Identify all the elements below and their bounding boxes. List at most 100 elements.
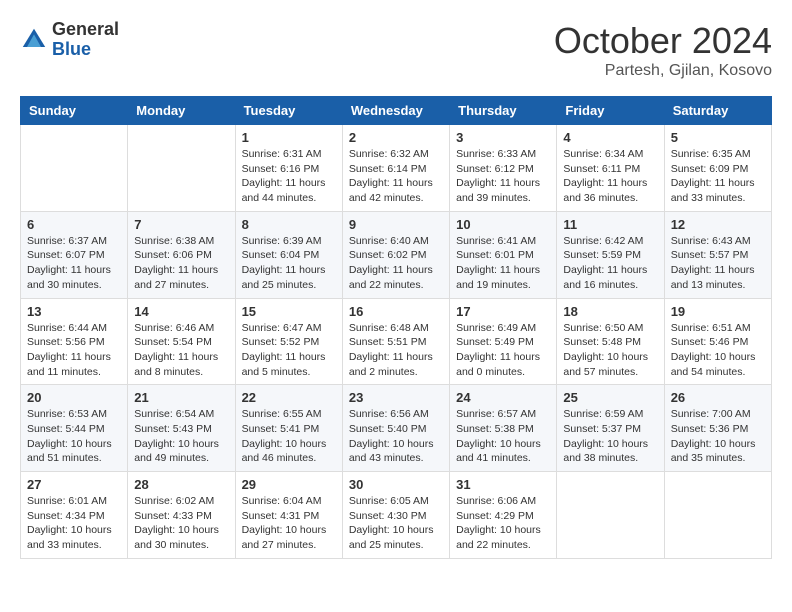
day-details: Sunrise: 6:01 AMSunset: 4:34 PMDaylight:… <box>27 494 121 553</box>
calendar-cell: 12 Sunrise: 6:43 AMSunset: 5:57 PMDayligh… <box>664 211 771 298</box>
calendar-cell: 17 Sunrise: 6:49 AMSunset: 5:49 PMDayligh… <box>450 298 557 385</box>
day-details: Sunrise: 6:51 AMSunset: 5:46 PMDaylight:… <box>671 321 765 380</box>
day-details: Sunrise: 6:38 AMSunset: 6:06 PMDaylight:… <box>134 234 228 293</box>
day-number: 13 <box>27 304 121 319</box>
calendar-cell: 16 Sunrise: 6:48 AMSunset: 5:51 PMDayligh… <box>342 298 449 385</box>
calendar-cell: 22 Sunrise: 6:55 AMSunset: 5:41 PMDayligh… <box>235 385 342 472</box>
day-details: Sunrise: 6:55 AMSunset: 5:41 PMDaylight:… <box>242 407 336 466</box>
day-number: 21 <box>134 390 228 405</box>
weekday-header: Monday <box>128 97 235 125</box>
logo-icon <box>20 26 48 54</box>
calendar-week-row: 27 Sunrise: 6:01 AMSunset: 4:34 PMDayligh… <box>21 472 772 559</box>
day-number: 31 <box>456 477 550 492</box>
calendar-cell: 28Sunrise: 6:02 AMSunset: 4:33 PMDayligh… <box>128 472 235 559</box>
day-number: 22 <box>242 390 336 405</box>
calendar-cell: 14 Sunrise: 6:46 AMSunset: 5:54 PMDayligh… <box>128 298 235 385</box>
day-details: Sunrise: 6:33 AMSunset: 6:12 PMDaylight:… <box>456 147 550 206</box>
logo-general-text: General <box>52 19 119 39</box>
day-number: 10 <box>456 217 550 232</box>
calendar-cell: 10Sunrise: 6:41 AMSunset: 6:01 PMDayligh… <box>450 211 557 298</box>
day-details: Sunrise: 6:50 AMSunset: 5:48 PMDaylight:… <box>563 321 657 380</box>
day-details: Sunrise: 6:02 AMSunset: 4:33 PMDaylight:… <box>134 494 228 553</box>
day-details: Sunrise: 6:49 AMSunset: 5:49 PMDaylight:… <box>456 321 550 380</box>
month-title: October 2024 <box>554 20 772 62</box>
day-number: 14 <box>134 304 228 319</box>
day-number: 25 <box>563 390 657 405</box>
calendar-week-row: 1Sunrise: 6:31 AMSunset: 6:16 PMDaylight… <box>21 125 772 212</box>
day-details: Sunrise: 6:40 AMSunset: 6:02 PMDaylight:… <box>349 234 443 293</box>
calendar-cell: 3Sunrise: 6:33 AMSunset: 6:12 PMDaylight… <box>450 125 557 212</box>
day-number: 20 <box>27 390 121 405</box>
day-details: Sunrise: 7:00 AMSunset: 5:36 PMDaylight:… <box>671 407 765 466</box>
weekday-header: Tuesday <box>235 97 342 125</box>
calendar-cell: 6 Sunrise: 6:37 AMSunset: 6:07 PMDaylight… <box>21 211 128 298</box>
day-details: Sunrise: 6:48 AMSunset: 5:51 PMDaylight:… <box>349 321 443 380</box>
calendar-cell: 29 Sunrise: 6:04 AMSunset: 4:31 PMDayligh… <box>235 472 342 559</box>
day-details: Sunrise: 6:53 AMSunset: 5:44 PMDaylight:… <box>27 407 121 466</box>
calendar-cell <box>128 125 235 212</box>
calendar-cell: 2 Sunrise: 6:32 AMSunset: 6:14 PMDaylight… <box>342 125 449 212</box>
calendar-cell: 13 Sunrise: 6:44 AMSunset: 5:56 PMDayligh… <box>21 298 128 385</box>
day-details: Sunrise: 6:44 AMSunset: 5:56 PMDaylight:… <box>27 321 121 380</box>
location: Partesh, Gjilan, Kosovo <box>554 62 772 80</box>
calendar-cell: 5Sunrise: 6:35 AMSunset: 6:09 PMDaylight… <box>664 125 771 212</box>
calendar-cell: 26 Sunrise: 7:00 AMSunset: 5:36 PMDayligh… <box>664 385 771 472</box>
calendar-cell: 27 Sunrise: 6:01 AMSunset: 4:34 PMDayligh… <box>21 472 128 559</box>
calendar-cell: 31 Sunrise: 6:06 AMSunset: 4:29 PMDayligh… <box>450 472 557 559</box>
day-details: Sunrise: 6:06 AMSunset: 4:29 PMDaylight:… <box>456 494 550 553</box>
day-number: 12 <box>671 217 765 232</box>
day-details: Sunrise: 6:43 AMSunset: 5:57 PMDaylight:… <box>671 234 765 293</box>
calendar-week-row: 20 Sunrise: 6:53 AMSunset: 5:44 PMDayligh… <box>21 385 772 472</box>
calendar-cell: 30 Sunrise: 6:05 AMSunset: 4:30 PMDayligh… <box>342 472 449 559</box>
day-number: 17 <box>456 304 550 319</box>
day-number: 7 <box>134 217 228 232</box>
weekday-header: Sunday <box>21 97 128 125</box>
calendar-cell: 19Sunrise: 6:51 AMSunset: 5:46 PMDayligh… <box>664 298 771 385</box>
day-number: 27 <box>27 477 121 492</box>
day-details: Sunrise: 6:31 AMSunset: 6:16 PMDaylight:… <box>242 147 336 206</box>
calendar-cell <box>557 472 664 559</box>
calendar-cell: 23Sunrise: 6:56 AMSunset: 5:40 PMDayligh… <box>342 385 449 472</box>
day-number: 30 <box>349 477 443 492</box>
day-number: 2 <box>349 130 443 145</box>
day-details: Sunrise: 6:05 AMSunset: 4:30 PMDaylight:… <box>349 494 443 553</box>
calendar-week-row: 6 Sunrise: 6:37 AMSunset: 6:07 PMDaylight… <box>21 211 772 298</box>
weekday-header: Saturday <box>664 97 771 125</box>
calendar-cell: 20 Sunrise: 6:53 AMSunset: 5:44 PMDayligh… <box>21 385 128 472</box>
title-block: October 2024 Partesh, Gjilan, Kosovo <box>554 20 772 80</box>
day-details: Sunrise: 6:42 AMSunset: 5:59 PMDaylight:… <box>563 234 657 293</box>
page-header: General Blue October 2024 Partesh, Gjila… <box>20 20 772 80</box>
calendar-cell: 15Sunrise: 6:47 AMSunset: 5:52 PMDayligh… <box>235 298 342 385</box>
weekday-header: Friday <box>557 97 664 125</box>
day-number: 29 <box>242 477 336 492</box>
day-details: Sunrise: 6:04 AMSunset: 4:31 PMDaylight:… <box>242 494 336 553</box>
day-details: Sunrise: 6:32 AMSunset: 6:14 PMDaylight:… <box>349 147 443 206</box>
logo-text: General Blue <box>52 20 119 60</box>
calendar-cell: 11Sunrise: 6:42 AMSunset: 5:59 PMDayligh… <box>557 211 664 298</box>
calendar-cell: 1Sunrise: 6:31 AMSunset: 6:16 PMDaylight… <box>235 125 342 212</box>
day-number: 16 <box>349 304 443 319</box>
day-number: 26 <box>671 390 765 405</box>
calendar-cell: 21Sunrise: 6:54 AMSunset: 5:43 PMDayligh… <box>128 385 235 472</box>
calendar-table: SundayMondayTuesdayWednesdayThursdayFrid… <box>20 96 772 559</box>
day-details: Sunrise: 6:47 AMSunset: 5:52 PMDaylight:… <box>242 321 336 380</box>
day-number: 4 <box>563 130 657 145</box>
day-details: Sunrise: 6:59 AMSunset: 5:37 PMDaylight:… <box>563 407 657 466</box>
day-details: Sunrise: 6:37 AMSunset: 6:07 PMDaylight:… <box>27 234 121 293</box>
weekday-header: Thursday <box>450 97 557 125</box>
calendar-cell: 24Sunrise: 6:57 AMSunset: 5:38 PMDayligh… <box>450 385 557 472</box>
day-number: 5 <box>671 130 765 145</box>
day-number: 18 <box>563 304 657 319</box>
day-details: Sunrise: 6:39 AMSunset: 6:04 PMDaylight:… <box>242 234 336 293</box>
calendar-cell: 9Sunrise: 6:40 AMSunset: 6:02 PMDaylight… <box>342 211 449 298</box>
calendar-cell: 4 Sunrise: 6:34 AMSunset: 6:11 PMDaylight… <box>557 125 664 212</box>
calendar-cell: 8Sunrise: 6:39 AMSunset: 6:04 PMDaylight… <box>235 211 342 298</box>
day-number: 23 <box>349 390 443 405</box>
calendar-cell: 25 Sunrise: 6:59 AMSunset: 5:37 PMDayligh… <box>557 385 664 472</box>
day-details: Sunrise: 6:34 AMSunset: 6:11 PMDaylight:… <box>563 147 657 206</box>
day-details: Sunrise: 6:46 AMSunset: 5:54 PMDaylight:… <box>134 321 228 380</box>
day-number: 24 <box>456 390 550 405</box>
weekday-header: Wednesday <box>342 97 449 125</box>
day-number: 6 <box>27 217 121 232</box>
calendar-week-row: 13 Sunrise: 6:44 AMSunset: 5:56 PMDayligh… <box>21 298 772 385</box>
